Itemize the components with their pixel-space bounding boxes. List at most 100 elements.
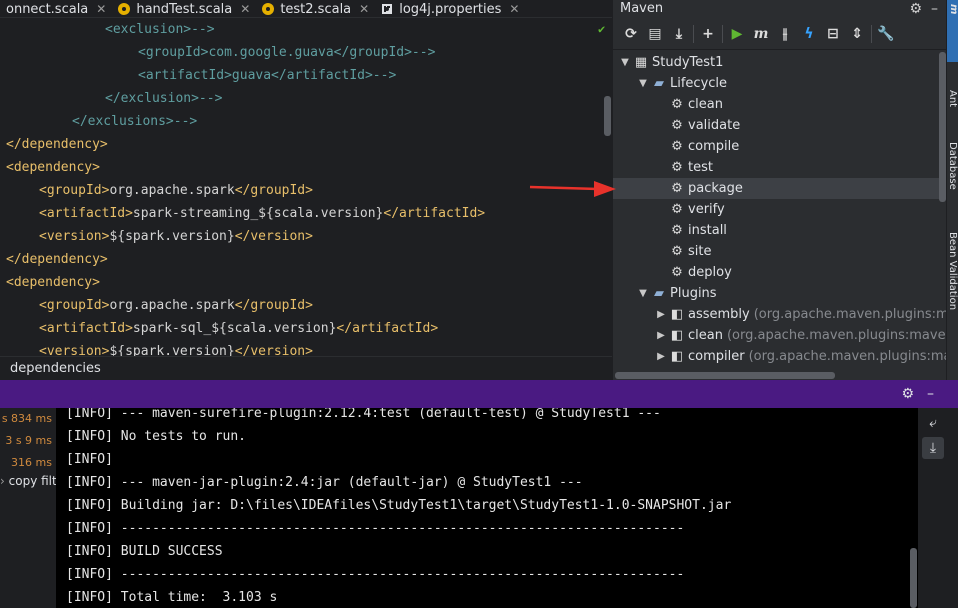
console-line: [INFO] Building jar: D:\files\IDEAfiles\… (66, 498, 732, 513)
collapse-all-icon[interactable]: ⇕ (845, 22, 869, 46)
ant-tab[interactable]: Ant (947, 90, 958, 107)
tree-node-label: test (688, 160, 713, 175)
tree-node-label: compiler (688, 349, 745, 364)
database-tab[interactable]: Database (947, 142, 958, 190)
tab-log4j-properties[interactable]: log4j.properties ✕ (375, 0, 525, 18)
run-tree: s 834 ms 3 s 9 ms 316 ms › copy filt (0, 408, 56, 608)
bean-validation-tab[interactable]: Bean Validation (947, 232, 958, 310)
wrench-icon[interactable]: 🔧 (874, 22, 898, 46)
close-icon[interactable]: ✕ (359, 2, 369, 16)
expand-arrow-icon[interactable]: ▼ (635, 283, 651, 304)
run-tree-item[interactable]: › copy filt (0, 474, 56, 488)
code-token: </artifactId> (383, 206, 486, 221)
tree-node-compile[interactable]: ⚙ compile (653, 136, 739, 157)
code-token: </artifactId> (336, 321, 439, 336)
tree-node-label: Lifecycle (670, 76, 728, 91)
tree-node-install[interactable]: ⚙ install (653, 220, 727, 241)
tree-node-label: site (688, 244, 712, 259)
tree-node-lifecycle[interactable]: ▼ ▰ Lifecycle (635, 73, 727, 94)
folder-icon: ▰ (654, 286, 664, 301)
tree-node-package[interactable]: ⚙ package (653, 178, 743, 199)
tree-node-deploy[interactable]: ⚙ deploy (653, 262, 732, 283)
minimize-icon[interactable]: – (927, 386, 934, 402)
scroll-to-end-icon[interactable]: ⤓ (922, 437, 944, 459)
code-token: </groupId> (234, 183, 313, 198)
tree-node-plugins[interactable]: ▼ ▰ Plugins (635, 283, 716, 304)
code-line: <groupId>org.apache.spark</groupId> (39, 294, 313, 317)
console-output[interactable]: [INFO] --- maven-surefire-plugin:2.12.4:… (56, 408, 918, 608)
editor-vertical-scrollbar[interactable] (604, 96, 611, 136)
breadcrumb-item[interactable]: dependencies (10, 361, 101, 376)
maven-panel-header: Maven ⚙ – (613, 0, 946, 18)
skip-tests-icon[interactable]: ϟ (797, 22, 821, 46)
add-project-icon[interactable]: + (696, 22, 720, 46)
timing-label: 316 ms (11, 456, 52, 469)
tab-test2-scala[interactable]: test2.scala ✕ (256, 0, 375, 18)
tree-node-site[interactable]: ⚙ site (653, 241, 711, 262)
gear-icon: ⚙ (671, 244, 683, 259)
minimize-icon[interactable]: – (931, 0, 938, 18)
code-token: ${spark.version} (109, 344, 235, 356)
console-vertical-scrollbar[interactable] (910, 548, 917, 608)
collapse-arrow-icon[interactable]: ▶ (653, 325, 669, 346)
code-token: <dependency> (6, 275, 100, 290)
breadcrumb[interactable]: dependencies (0, 356, 612, 380)
tab-connect-scala[interactable]: onnect.scala ✕ (0, 0, 112, 18)
code-editor[interactable]: <exclusion>--> <groupId>com.google.guava<… (0, 18, 612, 356)
tree-node-compiler[interactable]: ▶◧ compiler(org.apache.maven.plugins:mave… (653, 346, 946, 367)
collapse-arrow-icon[interactable]: ▶ (653, 304, 669, 325)
scala-file-icon (118, 3, 131, 15)
run-icon[interactable]: ▶ (725, 22, 749, 46)
code-token: <artifactId>guava</artifactId>--> (138, 68, 397, 83)
collapse-arrow-icon[interactable]: ▶ (653, 346, 669, 367)
inspection-ok-icon[interactable]: ✔ (598, 22, 605, 36)
code-token: <dependency> (6, 160, 100, 175)
red-arrow-annotation (529, 181, 616, 197)
toolbar-separator (871, 24, 872, 43)
properties-file-icon (381, 3, 393, 15)
code-token: org.apache.spark (109, 298, 235, 313)
expand-arrow-icon[interactable]: ▼ (617, 52, 633, 73)
tree-node-clean[interactable]: ▶◧ clean(org.apache.maven.plugins:maven-c… (653, 325, 946, 346)
toolbar-separator (693, 24, 694, 43)
tree-node-assembly[interactable]: ▶◧ assembly(org.apache.maven.plugins:mave… (653, 304, 946, 325)
tree-node-label: assembly (688, 307, 750, 322)
tree-node-studytest1[interactable]: ▼ ▦ StudyTest1 (617, 52, 723, 73)
tree-node-label: deploy (688, 265, 732, 280)
tab-handtest-scala[interactable]: handTest.scala ✕ (112, 0, 256, 18)
maven-tab[interactable]: m (947, 0, 958, 62)
toolbar-separator (722, 24, 723, 43)
right-tool-strip: m Ant Database Bean Validation (946, 0, 958, 380)
code-line: <version>${spark.version}</version> (39, 340, 313, 356)
timing-label: s 834 ms (1, 412, 52, 425)
close-icon[interactable]: ✕ (240, 2, 250, 16)
maven-horizontal-scrollbar[interactable] (615, 372, 835, 379)
generate-sources-icon[interactable]: ▤ (643, 22, 667, 46)
tree-node-label: compile (688, 139, 740, 154)
maven-panel: Maven ⚙ – ⟳ ▤ ⤓ + ▶ m ⫲ ϟ ⊟ ⇕ 🔧 ▼ ▦ StudyT… (612, 0, 946, 380)
tree-node-test[interactable]: ⚙ test (653, 157, 713, 178)
code-token: <version> (39, 344, 110, 356)
download-icon[interactable]: ⤓ (667, 22, 691, 46)
tree-node-clean[interactable]: ⚙ clean (653, 94, 723, 115)
settings-gear-icon[interactable]: ⚙ (909, 0, 922, 18)
tree-node-validate[interactable]: ⚙ validate (653, 115, 740, 136)
run-panel-header: ⚙ – (0, 380, 958, 408)
plugin-icon: ◧ (670, 307, 684, 322)
toggle-offline-icon[interactable]: ⫲ (773, 22, 797, 46)
show-dependencies-icon[interactable]: ⊟ (821, 22, 845, 46)
close-icon[interactable]: ✕ (96, 2, 106, 16)
tab-label: handTest.scala (136, 1, 233, 17)
soft-wrap-icon[interactable]: ⤶ (922, 412, 944, 434)
expand-arrow-icon[interactable]: ▼ (635, 73, 651, 94)
settings-gear-icon[interactable]: ⚙ (901, 386, 914, 402)
maven-vertical-scrollbar[interactable] (939, 52, 946, 202)
tree-node-hint: (org.apache.maven.plugins:maven- (753, 307, 946, 322)
code-token: spark-streaming_${scala.version} (132, 206, 384, 221)
tree-node-label: package (688, 181, 743, 196)
reload-icon[interactable]: ⟳ (619, 22, 643, 46)
tree-node-verify[interactable]: ⚙ verify (653, 199, 725, 220)
close-icon[interactable]: ✕ (509, 2, 519, 16)
gear-icon: ⚙ (671, 265, 683, 280)
execute-goal-icon[interactable]: m (749, 22, 773, 46)
